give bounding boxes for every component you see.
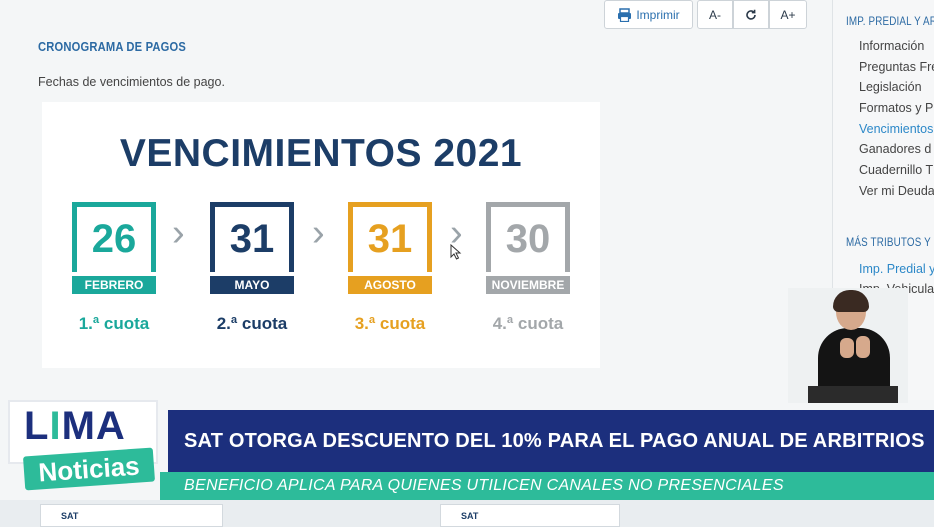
date-day: 31 — [210, 202, 294, 272]
chevron-right-icon: › — [172, 212, 185, 254]
news-headline: SAT OTORGA DESCUENTO DEL 10% PARA EL PAG… — [184, 429, 925, 452]
date-month: NOVIEMBRE — [486, 276, 570, 294]
sign-language-interpreter — [788, 288, 908, 403]
page-title: CRONOGRAMA DE PAGOS — [38, 39, 187, 54]
sidebar-item-formatos[interactable]: Formatos y P — [859, 101, 933, 115]
date-day: 30 — [486, 202, 570, 272]
print-button[interactable]: Imprimir — [604, 0, 693, 29]
printer-icon — [618, 7, 632, 22]
toolbar: Imprimir A- A+ — [604, 0, 807, 29]
font-size-controls: A- A+ — [697, 0, 807, 29]
sidebar-item-informacion[interactable]: Información — [859, 39, 924, 53]
headline-bar: SAT OTORGA DESCUENTO DEL 10% PARA EL PAG… — [168, 410, 934, 472]
chevron-right-icon: › — [312, 212, 325, 254]
cuota-label: 4.ª cuota — [492, 314, 564, 333]
date-month: FEBRERO — [72, 276, 156, 294]
date-month: AGOSTO — [348, 276, 432, 294]
refresh-button[interactable] — [733, 0, 769, 29]
sidebar-item-cuadernillo[interactable]: Cuadernillo T — [859, 163, 933, 177]
date-card-4: 30 NOVIEMBRE — [486, 202, 570, 298]
font-decrease-button[interactable]: A- — [697, 0, 733, 29]
sidebar-item-ganadores[interactable]: Ganadores d — [859, 142, 931, 156]
thumbnail-card: SAT — [440, 504, 620, 527]
background-content-strip: SAT SAT — [0, 500, 934, 527]
sidebar-section-title: IMP. PREDIAL Y ARB — [846, 14, 934, 28]
cuota-label: 1.ª cuota — [78, 314, 150, 333]
cuota-label: 2.ª cuota — [216, 314, 288, 333]
vencimientos-banner: VENCIMIENTOS 2021 26 FEBRERO 1.ª cuota ›… — [42, 102, 600, 368]
sidebar-item-preguntas[interactable]: Preguntas Fre — [859, 60, 934, 74]
sidebar-item-vencimientos[interactable]: Vencimientos — [859, 122, 933, 136]
page-subtitle: Fechas de vencimientos de pago. — [38, 75, 225, 89]
refresh-icon — [746, 9, 756, 20]
page: Imprimir A- A+ CRONOGRAMA DE PAGOS Fecha… — [0, 0, 934, 527]
date-month: MAYO — [210, 276, 294, 294]
date-day: 31 — [348, 202, 432, 272]
sidebar-item-imp-predial[interactable]: Imp. Predial y — [859, 262, 934, 276]
date-day: 26 — [72, 202, 156, 272]
date-card-2: 31 MAYO — [210, 202, 294, 298]
mouse-cursor-icon — [450, 244, 462, 260]
news-lower-third: SAT OTORGA DESCUENTO DEL 10% PARA EL PAG… — [0, 400, 934, 527]
font-increase-button[interactable]: A+ — [769, 0, 807, 29]
subheadline-bar: BENEFICIO APLICA PARA QUIENES UTILICEN C… — [160, 472, 934, 500]
banner-title: VENCIMIENTOS 2021 — [119, 132, 523, 175]
print-label: Imprimir — [636, 7, 680, 22]
news-subheadline: BENEFICIO APLICA PARA QUIENES UTILICEN C… — [184, 477, 784, 494]
logo-lima-text: LIMA — [24, 404, 126, 448]
sidebar-item-legislacion[interactable]: Legislación — [859, 80, 922, 94]
sidebar-section-title: MÁS TRIBUTOS Y MU — [846, 235, 934, 249]
date-card-1: 26 FEBRERO — [72, 202, 156, 298]
date-card-3: 31 AGOSTO — [348, 202, 432, 298]
thumbnail-card: SAT — [40, 504, 223, 527]
lima-noticias-logo: LIMA Noticias — [4, 396, 164, 500]
sidebar-item-ver-deuda[interactable]: Ver mi Deuda — [859, 184, 934, 198]
cuota-label: 3.ª cuota — [354, 314, 426, 333]
